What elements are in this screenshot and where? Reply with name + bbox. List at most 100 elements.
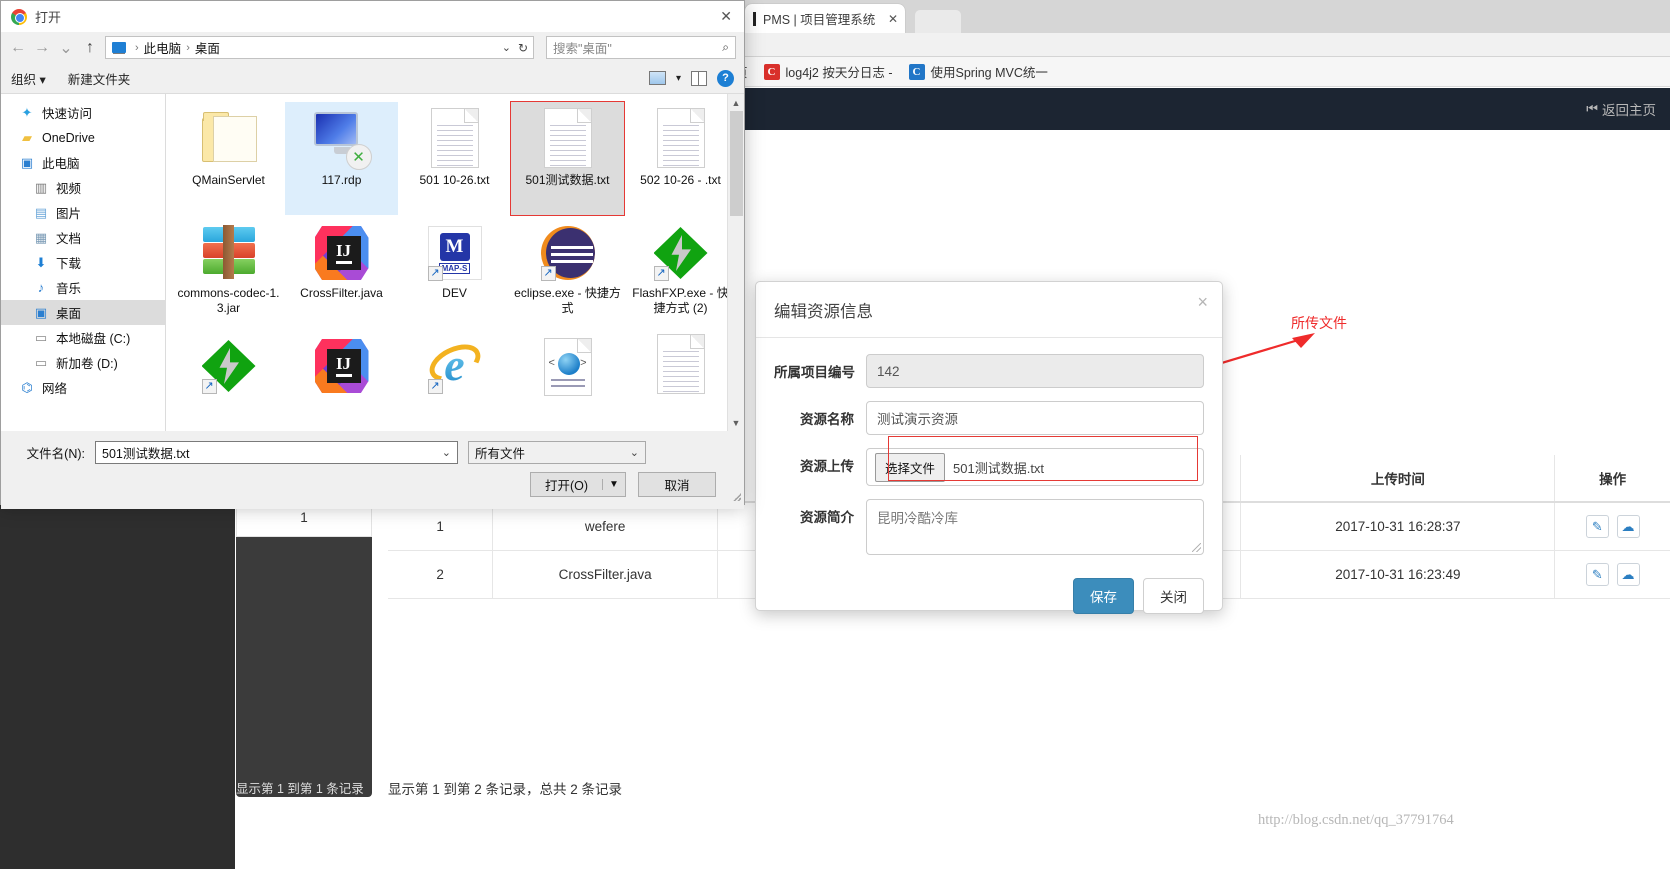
scrollbar-thumb[interactable] <box>730 111 743 216</box>
cell-id: 2 <box>388 550 494 599</box>
text-file-icon <box>652 108 710 170</box>
breadcrumb-desktop[interactable]: 桌面 <box>195 38 220 57</box>
cell-name: CrossFilter.java <box>492 550 719 599</box>
file-item-flashfxp-2[interactable]: ↗ <box>172 328 285 431</box>
back-home-link[interactable]: ⏮ 返回主页 <box>1586 99 1656 119</box>
resource-upload-input[interactable]: 选择文件 501测试数据.txt <box>866 448 1204 486</box>
file-item-java-2[interactable]: IJ <box>285 328 398 431</box>
sidebar-item-local-disk-c[interactable]: ▭ 本地磁盘 (C:) <box>1 325 165 350</box>
cancel-button[interactable]: 取消 <box>638 472 716 497</box>
preview-pane-icon[interactable] <box>691 70 707 86</box>
open-button[interactable]: 打开(O) ▼ <box>529 472 626 497</box>
chevron-down-icon[interactable]: ⌄ <box>442 446 451 459</box>
sidebar-item-label: 网络 <box>42 382 68 396</box>
sidebar-item-quick-access[interactable]: ✦ 快速访问 <box>1 100 165 125</box>
file-item-jar[interactable]: commons-codec-1.3.jar <box>172 215 285 328</box>
desktop-icon: ▣ <box>34 304 48 320</box>
filetype-select[interactable]: 所有文件 ⌄ <box>468 441 646 464</box>
sidebar-item-volume-d[interactable]: ▭ 新加卷 (D:) <box>1 350 165 375</box>
filename-label: 文件名(N): <box>26 447 85 461</box>
edit-button[interactable]: ✎ <box>1585 563 1609 586</box>
scroll-down-icon[interactable]: ▼ <box>728 414 744 431</box>
file-item-java[interactable]: IJ CrossFilter.java <box>285 215 398 328</box>
sidebar-item-network[interactable]: ⌬ 网络 <box>1 375 165 400</box>
close-icon[interactable]: ✕ <box>720 8 732 25</box>
file-grid-scrollbar[interactable]: ▲ ▼ <box>727 94 744 431</box>
tab-close-icon[interactable]: ✕ <box>888 12 898 26</box>
new-tab-button[interactable] <box>915 10 961 33</box>
file-item-rdp[interactable]: ✕ 117.rdp <box>285 102 398 215</box>
shortcut-arrow-icon: ↗ <box>201 379 217 394</box>
recent-locations-icon[interactable]: ⌄ <box>57 38 75 58</box>
file-item-folder[interactable]: QMainServlet <box>172 102 285 215</box>
help-icon[interactable]: ? <box>717 69 734 87</box>
sidebar-item-documents[interactable]: ▦ 文档 <box>1 225 165 250</box>
choose-file-button[interactable]: 选择文件 <box>875 452 946 482</box>
refresh-icon[interactable]: ↻ <box>518 41 528 55</box>
file-dialog-navbar: ← → ⌄ ↑ › 此电脑 › 桌面 ⌄ ↻ 搜索"桌面" ⌕ <box>1 32 744 63</box>
search-input[interactable]: 搜索"桌面" ⌕ <box>546 36 736 59</box>
address-bar[interactable]: › 此电脑 › 桌面 ⌄ ↻ <box>105 36 534 59</box>
download-icon: ⬇ <box>35 254 47 270</box>
chevron-down-icon[interactable]: ⌄ <box>502 41 511 54</box>
open-dropdown-icon[interactable]: ▼ <box>602 479 625 490</box>
flashfxp-icon: ↗ <box>652 221 710 283</box>
resize-grip[interactable] <box>731 491 741 501</box>
sidebar-item-videos[interactable]: ▥ 视频 <box>1 175 165 200</box>
shortcut-arrow-icon: ↗ <box>427 266 443 281</box>
download-button[interactable]: ☁ <box>1616 515 1640 538</box>
forward-icon[interactable]: → <box>33 39 51 57</box>
file-label: eclipse.exe - 快捷方式 <box>514 286 621 315</box>
resource-upload-label: 资源上传 <box>800 459 854 474</box>
file-item-txt-2[interactable] <box>624 328 737 431</box>
file-item-dev[interactable]: M MAP-S ↗ DEV <box>398 215 511 328</box>
modal-title: 编辑资源信息 <box>774 302 873 321</box>
organize-menu[interactable]: 组织 ▾ <box>11 69 46 88</box>
sidebar-item-onedrive[interactable]: ▰ OneDrive <box>1 125 165 150</box>
sidebar-item-music[interactable]: ♪ 音乐 <box>1 275 165 300</box>
th-upload-time: 上传时间 <box>1240 455 1556 503</box>
video-icon: ▥ <box>34 179 48 195</box>
csdn-icon: C <box>763 63 780 80</box>
close-icon[interactable]: × <box>1197 293 1208 311</box>
chevron-down-icon[interactable]: ▾ <box>676 73 681 84</box>
chevron-down-icon[interactable]: ⌄ <box>630 446 639 459</box>
back-icon[interactable]: ← <box>9 39 27 57</box>
view-mode-icon[interactable] <box>648 71 666 85</box>
file-item-flashfxp[interactable]: ↗ FlashFXP.exe - 快捷方式 (2) <box>624 215 737 328</box>
sidebar-item-desktop[interactable]: ▣ 桌面 <box>1 300 165 325</box>
remote-desktop-icon: ✕ <box>313 108 372 170</box>
bookmark-item[interactable]: C log4j2 按天分日志 - <box>763 62 893 81</box>
file-item-eclipse[interactable]: ↗ eclipse.exe - 快捷方式 <box>511 215 624 328</box>
close-button[interactable]: 关闭 <box>1143 578 1204 614</box>
sidebar-item-this-pc[interactable]: ▣ 此电脑 <box>1 150 165 175</box>
sidebar-item-pictures[interactable]: ▤ 图片 <box>1 200 165 225</box>
cell-operations: ✎ ☁ <box>1554 502 1670 551</box>
download-button[interactable]: ☁ <box>1616 563 1640 586</box>
document-icon: ▦ <box>34 229 48 245</box>
tab-title: PMS | 项目管理系统 <box>763 13 876 27</box>
file-item-selected-txt[interactable]: 501测试数据.txt <box>510 101 625 216</box>
bookmark-item[interactable]: C 使用Spring MVC统一 <box>908 62 1048 81</box>
dialog-buttons: 打开(O) ▼ 取消 <box>15 472 730 497</box>
sidebar-item-label: 桌面 <box>56 307 82 321</box>
new-folder-button[interactable]: 新建文件夹 <box>68 69 131 88</box>
scroll-up-icon[interactable]: ▲ <box>728 94 744 111</box>
html-file-icon: < > <box>539 334 597 396</box>
sidebar-item-downloads[interactable]: ⬇ 下载 <box>1 250 165 275</box>
resource-desc-textarea[interactable]: 昆明冷酷冷库 <box>866 499 1204 555</box>
edit-button[interactable]: ✎ <box>1585 515 1609 538</box>
save-button[interactable]: 保存 <box>1073 578 1134 614</box>
project-no-input[interactable]: 142 <box>866 354 1204 388</box>
file-item-html[interactable]: < > <box>511 328 624 431</box>
browser-tab-pms[interactable]: PMS | 项目管理系统 ✕ <box>745 4 905 33</box>
up-icon[interactable]: ↑ <box>81 39 99 57</box>
file-label: 501 10-26.txt <box>419 173 490 187</box>
breadcrumb-this-pc[interactable]: 此电脑 <box>144 38 182 57</box>
file-item-txt[interactable]: 501 10-26.txt <box>398 102 511 215</box>
filename-input[interactable]: 501测试数据.txt ⌄ <box>95 441 458 464</box>
resource-name-input[interactable]: 测试演示资源 <box>866 401 1204 435</box>
file-dialog-title: 打开 <box>35 10 62 25</box>
file-item-txt[interactable]: 502 10-26 - .txt <box>624 102 737 215</box>
file-item-ie[interactable]: e ↗ <box>398 328 511 431</box>
